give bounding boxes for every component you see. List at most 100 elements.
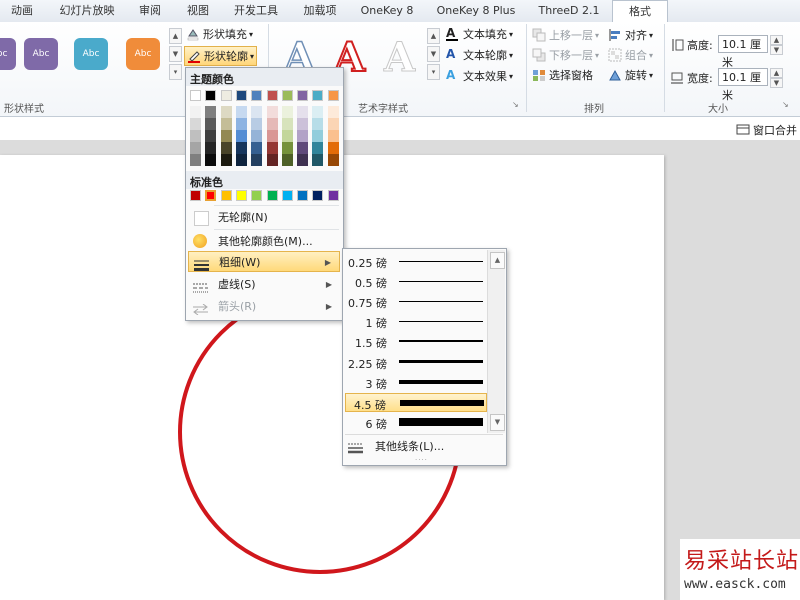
theme-color-swatch[interactable] [220,90,232,101]
more-outline-colors-item[interactable]: 其他轮廓颜色(M)... [188,231,340,252]
theme-color-shade-swatch[interactable] [297,106,309,118]
width-input[interactable]: 10.1 厘米 [718,68,768,102]
no-outline-item[interactable]: 无轮廓(N) [188,207,340,228]
theme-color-shade-swatch[interactable] [266,154,278,166]
theme-color-shade-swatch[interactable] [312,118,324,130]
theme-color-shade-swatch[interactable] [220,118,232,130]
group-button[interactable]: 组合 ▾ [608,47,653,63]
dashes-item[interactable]: 虚线(S) ▶ [188,274,340,295]
tab-animations[interactable]: 动画 [4,0,40,22]
wordart-scroll-down-icon[interactable]: ▼ [427,46,440,62]
align-button[interactable]: 对齐 ▾ [608,27,653,43]
theme-color-shade-swatch[interactable] [251,106,263,118]
theme-color-swatch[interactable] [266,90,278,101]
wordart-dialog-launcher-icon[interactable]: ↘ [512,100,519,109]
theme-color-shade-swatch[interactable] [220,142,232,154]
theme-color-shade-swatch[interactable] [235,130,247,142]
style-more-icon[interactable]: ▾ [169,64,182,80]
theme-color-shade-swatch[interactable] [281,106,293,118]
theme-color-shade-swatch[interactable] [251,118,263,130]
weight-option[interactable]: 6 磅 [345,413,487,432]
weight-item[interactable]: 粗细(W) ▶ [188,251,340,272]
standard-color-swatch[interactable] [297,190,309,201]
tab-onekey8[interactable]: OneKey 8 [354,0,420,22]
style-scroll-down-icon[interactable]: ▼ [169,46,182,62]
theme-color-swatch[interactable] [190,90,201,101]
tab-developer[interactable]: 开发工具 [228,0,284,22]
theme-color-shade-swatch[interactable] [251,142,263,154]
standard-color-swatch[interactable] [235,190,247,201]
more-lines-item[interactable]: 其他线条(L)... [345,436,503,457]
tab-view[interactable]: 视图 [178,0,218,22]
text-fill-button[interactable]: A 文本填充 ▾ [446,26,513,42]
theme-color-shade-swatch[interactable] [190,118,201,130]
theme-color-swatch[interactable] [205,90,217,101]
theme-color-shade-swatch[interactable] [327,142,339,154]
tab-slideshow[interactable]: 幻灯片放映 [52,0,122,22]
scroll-up-icon[interactable]: ▲ [490,252,505,269]
theme-color-shade-swatch[interactable] [327,118,339,130]
theme-color-shade-swatch[interactable] [235,142,247,154]
standard-color-swatch[interactable] [281,190,293,201]
theme-color-shade-swatch[interactable] [297,130,309,142]
send-backward-button[interactable]: 下移一层 ▾ [532,47,599,63]
weight-option[interactable]: 0.5 磅 [345,272,487,291]
shape-style-swatch-3[interactable]: Abc [74,38,108,70]
theme-color-shade-swatch[interactable] [266,106,278,118]
theme-color-swatch[interactable] [251,90,263,101]
selection-pane-button[interactable]: 选择窗格 [532,67,593,83]
standard-color-swatch[interactable] [251,190,263,201]
tab-onekey8-plus[interactable]: OneKey 8 Plus [430,0,522,22]
size-dialog-launcher-icon[interactable]: ↘ [782,100,789,109]
theme-color-shade-swatch[interactable] [297,142,309,154]
weight-option[interactable]: 4.5 磅 [345,392,487,412]
theme-color-shade-swatch[interactable] [205,118,217,130]
width-down-icon[interactable]: ▼ [770,78,783,88]
shape-style-swatch-4[interactable]: Abc [126,38,160,70]
theme-color-shade-swatch[interactable] [266,118,278,130]
width-up-icon[interactable]: ▲ [770,68,783,78]
weight-option[interactable]: 1.5 磅 [345,332,487,351]
theme-color-shade-swatch[interactable] [266,142,278,154]
bring-forward-button[interactable]: 上移一层 ▾ [532,27,599,43]
theme-color-shade-swatch[interactable] [235,106,247,118]
wordart-style-gray[interactable]: A [383,35,415,80]
theme-color-shade-swatch[interactable] [190,130,201,142]
theme-color-shade-swatch[interactable] [281,118,293,130]
rotate-button[interactable]: 旋转 ▾ [608,67,653,83]
theme-color-swatch[interactable] [312,90,324,101]
theme-color-swatch[interactable] [297,90,309,101]
weight-option[interactable]: 2.25 磅 [345,353,487,372]
theme-color-shade-swatch[interactable] [312,142,324,154]
theme-color-shade-swatch[interactable] [281,142,293,154]
text-outline-button[interactable]: A 文本轮廓 ▾ [446,47,513,63]
standard-color-swatch[interactable] [220,190,232,201]
theme-color-shade-swatch[interactable] [235,154,247,166]
theme-color-shade-swatch[interactable] [281,154,293,166]
theme-color-swatch[interactable] [235,90,247,101]
theme-color-swatch[interactable] [281,90,293,101]
tab-threed[interactable]: ThreeD 2.1 [532,0,606,22]
shape-outline-button[interactable]: 形状轮廓 ▾ [184,46,258,66]
scroll-down-icon[interactable]: ▼ [490,414,505,431]
window-merge-button[interactable]: 窗口合并 [736,122,797,138]
theme-color-shade-swatch[interactable] [312,154,324,166]
resize-grip-icon[interactable]: ···· [415,456,428,464]
theme-color-shade-swatch[interactable] [205,130,217,142]
theme-color-shade-swatch[interactable] [205,154,217,166]
theme-color-shade-swatch[interactable] [251,154,263,166]
wordart-scroll-up-icon[interactable]: ▲ [427,28,440,44]
theme-color-shade-swatch[interactable] [297,154,309,166]
theme-color-shade-swatch[interactable] [312,130,324,142]
standard-color-swatch[interactable] [190,190,201,201]
theme-color-shade-swatch[interactable] [281,130,293,142]
height-input[interactable]: 10.1 厘米 [718,35,768,69]
theme-color-shade-swatch[interactable] [297,118,309,130]
theme-color-shade-swatch[interactable] [205,106,217,118]
shape-style-swatch-2[interactable]: Abc [24,38,58,70]
height-down-icon[interactable]: ▼ [770,45,783,55]
theme-color-shade-swatch[interactable] [251,130,263,142]
theme-color-shade-swatch[interactable] [205,142,217,154]
wordart-more-icon[interactable]: ▾ [427,64,440,80]
theme-color-shade-swatch[interactable] [220,130,232,142]
